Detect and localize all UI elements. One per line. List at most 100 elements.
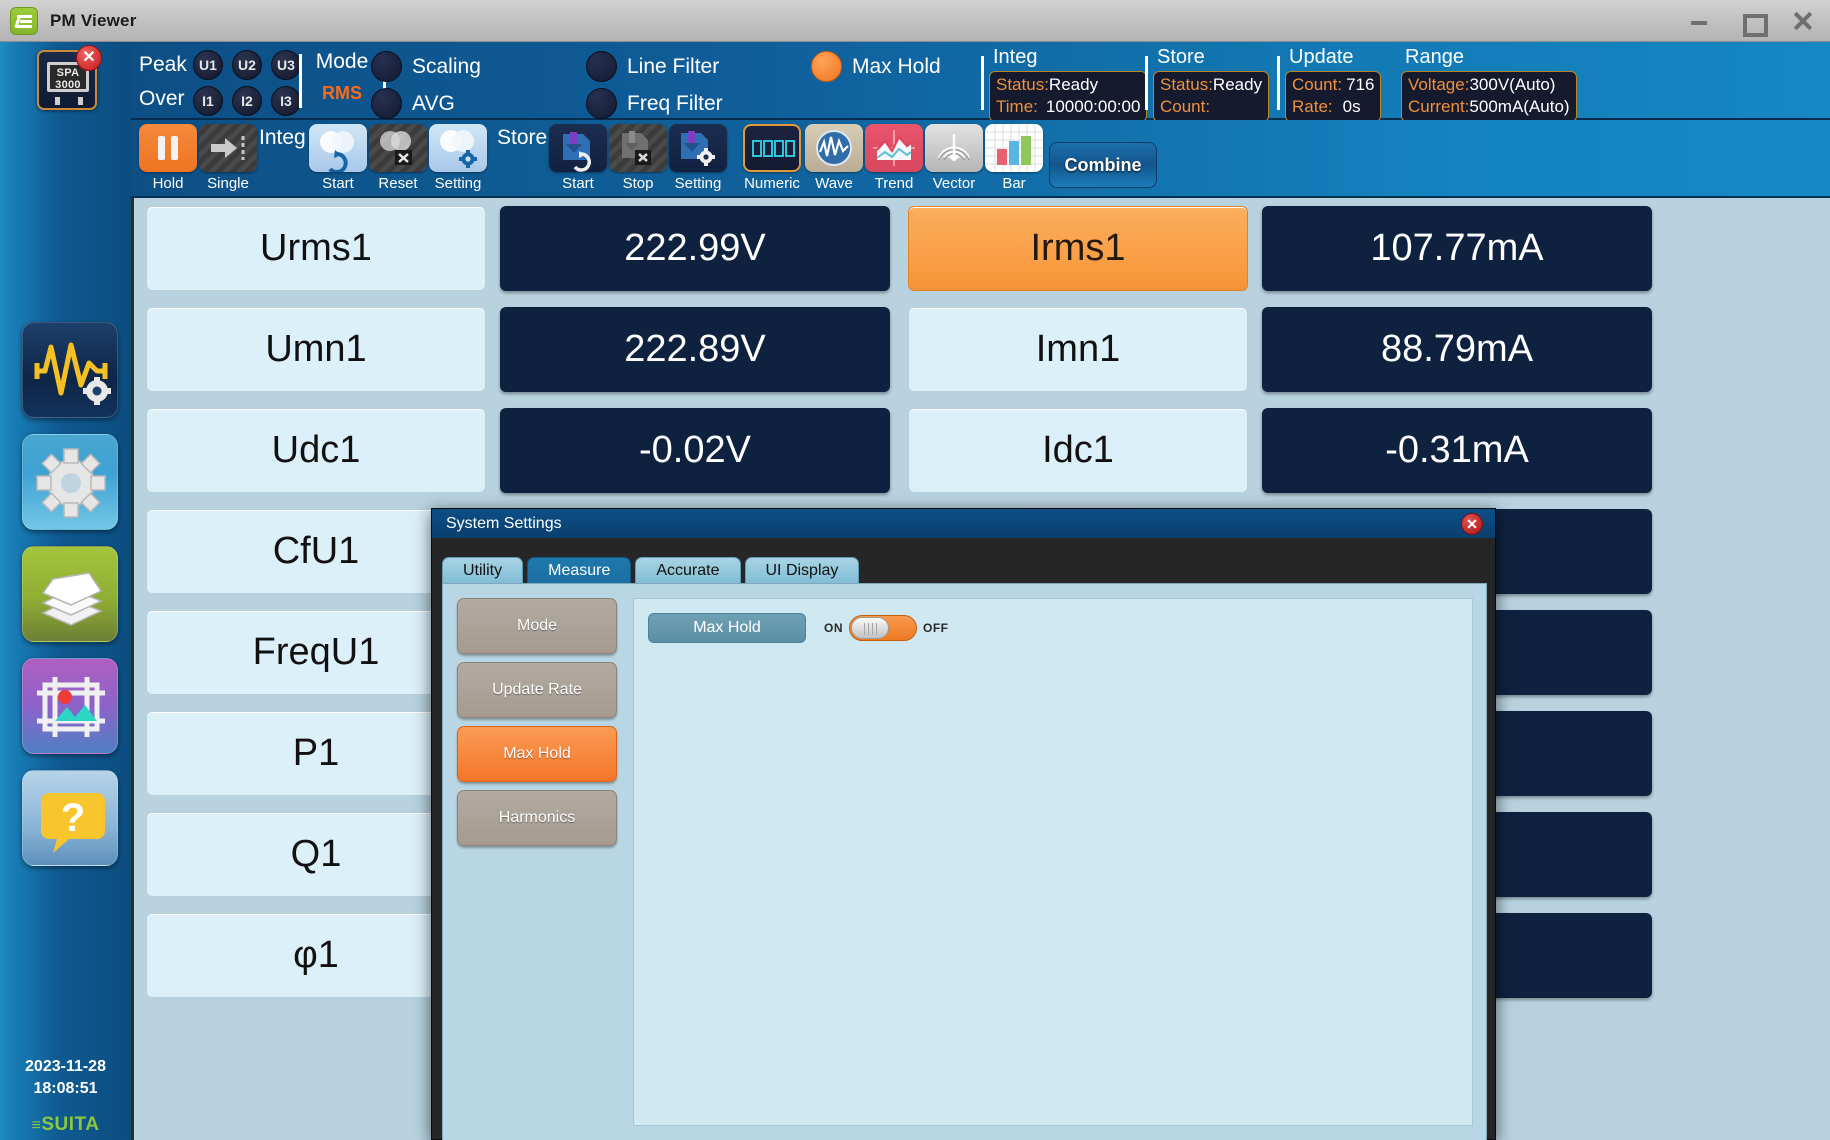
svg-text:?: ? (61, 796, 85, 840)
measure-value: 222.89V (500, 307, 890, 392)
line-filter-toggle[interactable] (586, 51, 617, 82)
store-status-group: Store Status:Ready Count: (1153, 46, 1269, 122)
nav-item-max-hold[interactable]: Max Hold (457, 726, 617, 782)
measure-label-selected[interactable]: Irms1 (908, 206, 1248, 291)
toolbar-numeric-button[interactable]: Numeric (743, 124, 801, 192)
combine-button[interactable]: Combine (1049, 142, 1157, 188)
store-status-title: Store (1153, 46, 1269, 69)
close-icon[interactable] (1792, 10, 1814, 32)
toolbar-store-start-button[interactable]: Start (549, 124, 607, 192)
dialog-close-icon[interactable]: ✕ (1461, 513, 1483, 535)
toolbar-bar-label: Bar (985, 175, 1043, 192)
max-hold-toggle[interactable] (811, 51, 842, 82)
sidebar-item-wave-setting[interactable] (22, 322, 118, 418)
scaling-label: Scaling (412, 55, 481, 79)
toolbar-numeric-label: Numeric (743, 175, 801, 192)
measure-label[interactable]: Imn1 (908, 307, 1248, 392)
sidebar-item-screenshot[interactable] (22, 658, 118, 754)
led-row-current: I1 I2 I3 (193, 86, 301, 116)
freq-filter-toggle[interactable] (586, 88, 617, 119)
peak-over-line2: Over (139, 82, 195, 116)
table-row: Umn1 222.89V Imn1 88.79mA (146, 307, 1822, 400)
range-status-title: Range (1401, 46, 1577, 69)
toolbar-store-setting-button[interactable]: Setting (669, 124, 727, 192)
toggle-row-2: AVG (371, 87, 481, 120)
vector-icon (925, 124, 983, 172)
tab-utility[interactable]: Utility (442, 557, 523, 584)
toolbar-integ-start-button[interactable]: Start (309, 124, 367, 192)
scaling-toggle[interactable] (371, 51, 402, 82)
led-i1: I1 (193, 86, 223, 116)
brand-logo-text: ≡SUITA (0, 1114, 131, 1136)
clock-date: 2023-11-28 (0, 1056, 131, 1078)
range-voltage-row: Voltage:300V(Auto) (1408, 74, 1570, 96)
toolbar-store-stop-button[interactable]: Stop (609, 124, 667, 192)
divider-3 (981, 56, 984, 110)
toolbar-wave-label: Wave (805, 175, 863, 192)
max-hold-switch[interactable] (849, 615, 917, 641)
integ-reset-icon (369, 124, 427, 172)
avg-label: AVG (412, 92, 455, 116)
table-row: Urms1 222.99V Irms1 107.77mA (146, 206, 1822, 299)
device-leg-right (78, 97, 83, 105)
dialog-settings-panel: Max Hold ON OFF (633, 598, 1473, 1126)
nav-item-mode[interactable]: Mode (457, 598, 617, 654)
toolbar-trend-label: Trend (865, 175, 923, 192)
measure-value: 88.79mA (1262, 307, 1652, 392)
toolbar-single-button[interactable]: Single (199, 124, 257, 192)
store-count-row: Count: (1160, 96, 1262, 118)
pause-icon (139, 124, 197, 172)
toolbar-integ-setting-button[interactable]: Setting (429, 124, 487, 192)
left-sidebar: SPA 3000 ✕ (0, 42, 131, 1140)
avg-toggle[interactable] (371, 88, 402, 119)
maximize-icon[interactable] (1740, 10, 1762, 32)
sidebar-item-help[interactable]: ? (22, 770, 118, 866)
measure-label[interactable]: Udc1 (146, 408, 486, 493)
measure-label[interactable]: Umn1 (146, 307, 486, 392)
toolbar-store-stop-label: Stop (609, 175, 667, 192)
toolbar-wave-button[interactable]: Wave (805, 124, 863, 192)
mode-block[interactable]: Mode RMS (303, 50, 381, 104)
trend-chart-icon (865, 124, 923, 172)
toolbar-hold-button[interactable]: Hold (139, 124, 197, 192)
toolbar-integ-reset-label: Reset (369, 175, 427, 192)
mode-value: RMS (303, 83, 381, 104)
layers-icon (23, 547, 118, 642)
divider-1 (299, 54, 302, 108)
application-window: PM Viewer SPA 3000 ✕ (0, 0, 1830, 1140)
integ-status-row: Status:Ready (996, 74, 1140, 96)
tab-ui-display[interactable]: UI Display (745, 557, 860, 584)
measure-value: -0.31mA (1262, 408, 1652, 493)
measure-label[interactable]: Idc1 (908, 408, 1248, 493)
toolbar-hold-label: Hold (139, 175, 197, 192)
toolbar-trend-button[interactable]: Trend (865, 124, 923, 192)
toolbar-integ-reset-button[interactable]: Reset (369, 124, 427, 192)
max-hold-switch-group: ON OFF (824, 615, 949, 641)
sidebar-clock: 2023-11-28 18:08:51 (0, 1056, 131, 1100)
measure-label[interactable]: Urms1 (146, 206, 486, 291)
toolbar-vector-button[interactable]: Vector (925, 124, 983, 192)
led-u2: U2 (232, 50, 262, 80)
dialog-titlebar: System Settings ✕ (432, 509, 1495, 538)
toggle-row-4: Freq Filter (586, 87, 723, 120)
tab-accurate[interactable]: Accurate (635, 557, 740, 584)
nav-item-harmonics[interactable]: Harmonics (457, 790, 617, 846)
led-row-voltage: U1 U2 U3 (193, 50, 301, 80)
minimize-icon[interactable] (1688, 10, 1710, 32)
switch-off-label: OFF (923, 621, 949, 635)
toggle-row-1: Scaling (371, 50, 481, 83)
single-arrow-icon (199, 124, 257, 172)
tab-measure[interactable]: Measure (527, 557, 631, 584)
nav-item-update-rate[interactable]: Update Rate (457, 662, 617, 718)
update-status-title: Update (1285, 46, 1381, 69)
update-count-row: Count:716 (1292, 74, 1374, 96)
clock-time: 18:08:51 (0, 1078, 131, 1100)
update-status-group: Update Count:716 Rate:0s (1285, 46, 1381, 122)
sidebar-icon-list: ? (22, 322, 118, 882)
toolbar-bar-button[interactable]: Bar (985, 124, 1043, 192)
store-stop-icon (609, 124, 667, 172)
sidebar-item-system-setting[interactable] (22, 434, 118, 530)
peak-over-label: Peak Over (139, 48, 195, 116)
device-offline-icon[interactable]: SPA 3000 ✕ (37, 50, 97, 110)
sidebar-item-layers[interactable] (22, 546, 118, 642)
